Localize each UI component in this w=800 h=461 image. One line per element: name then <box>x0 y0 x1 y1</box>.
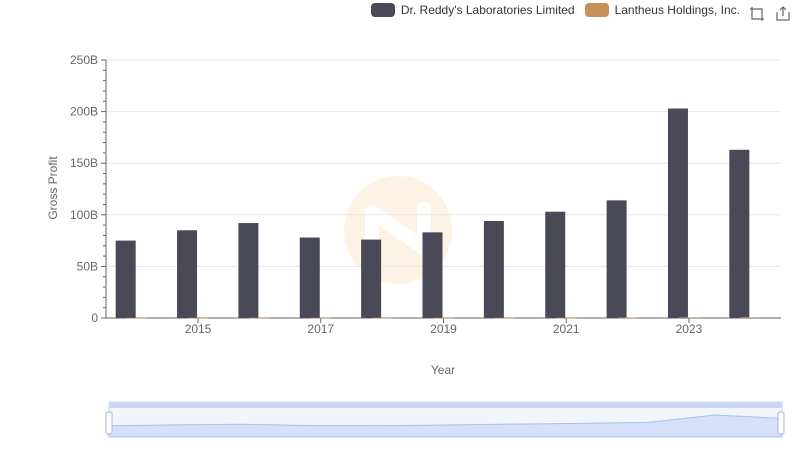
legend-label-dr-reddys: Dr. Reddy's Laboratories Limited <box>400 3 575 17</box>
y-tick-label: 150B <box>70 156 98 170</box>
y-axis-title: Gross Profit <box>46 156 60 220</box>
legend-label-lantheus: Lantheus Holdings, Inc. <box>614 3 740 17</box>
bar-dr-reddys <box>299 237 320 318</box>
bar-dr-reddys <box>667 108 688 318</box>
chart-legend: Dr. Reddy's Laboratories Limited Lantheu… <box>370 3 740 17</box>
bar-lantheus <box>494 317 515 319</box>
y-tick-label: 250B <box>70 53 98 67</box>
y-tick-label: 50B <box>77 259 98 273</box>
zoom-left-handle[interactable] <box>105 411 113 435</box>
watermark-logo <box>344 176 452 284</box>
bar-dr-reddys <box>422 232 443 318</box>
bar-dr-reddys <box>606 200 627 318</box>
chart-toolbox <box>749 6 791 22</box>
x-tick-label: 2023 <box>676 322 703 336</box>
x-tick-label: 2015 <box>185 322 212 336</box>
bar-lantheus <box>126 317 147 319</box>
bar-dr-reddys <box>729 149 750 318</box>
bar-lantheus <box>740 317 761 318</box>
zoom-right-handle[interactable] <box>777 411 785 435</box>
bar-lantheus <box>372 317 393 319</box>
bar-lantheus <box>617 317 638 319</box>
bar-lantheus <box>188 317 209 319</box>
data-zoom-slider[interactable] <box>105 401 785 438</box>
bar-series <box>115 108 761 319</box>
x-axis: 2015 2017 2019 2021 2023 <box>106 317 781 336</box>
bar-dr-reddys <box>545 211 566 318</box>
x-tick-label: 2019 <box>430 322 457 336</box>
bar-dr-reddys <box>361 239 382 318</box>
y-tick-label: 0 <box>91 311 98 325</box>
legend-swatch-dr-reddys <box>370 3 395 17</box>
legend-item-lantheus[interactable]: Lantheus Holdings, Inc. <box>584 3 740 17</box>
zoom-track-handle[interactable] <box>109 402 782 408</box>
legend-swatch-lantheus <box>584 3 609 17</box>
restore-icon[interactable] <box>749 6 765 22</box>
grid-lines <box>106 59 781 267</box>
x-tick-label: 2021 <box>553 322 580 336</box>
legend-item-dr-reddys[interactable]: Dr. Reddy's Laboratories Limited <box>370 3 575 17</box>
bar-dr-reddys <box>238 223 259 318</box>
bar-dr-reddys <box>115 240 136 318</box>
y-tick-label: 200B <box>70 105 98 119</box>
bar-dr-reddys <box>177 230 198 318</box>
y-tick-label: 100B <box>70 208 98 222</box>
save-as-image-icon[interactable] <box>775 6 791 22</box>
chart-canvas: 0 50B 100B 150B 200B 250B 2015 2017 2019 2021 202… <box>46 53 785 438</box>
x-axis-title: Year <box>431 363 455 377</box>
bar-lantheus <box>249 317 270 319</box>
bar-lantheus <box>556 317 577 319</box>
y-axis: 0 50B 100B 150B 200B 250B <box>70 53 107 325</box>
bar-lantheus <box>678 317 699 318</box>
bar-dr-reddys <box>483 220 504 318</box>
x-tick-label: 2017 <box>307 322 334 336</box>
bar-lantheus <box>310 317 331 319</box>
bar-lantheus <box>433 317 454 319</box>
